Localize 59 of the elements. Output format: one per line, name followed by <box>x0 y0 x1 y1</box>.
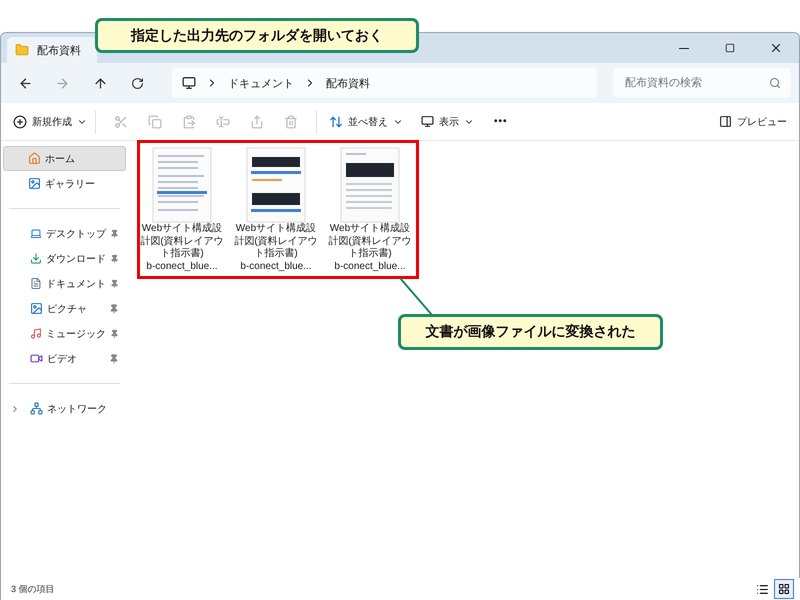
monitor-icon <box>421 115 434 128</box>
list-icon <box>756 582 768 596</box>
desktop-icon <box>30 227 42 240</box>
file-name[interactable]: b-conect_blue... <box>146 260 218 273</box>
more-button[interactable]: ••• <box>488 106 514 136</box>
file-name[interactable]: Webサイト構成設計図(資料レイアウト指示書) <box>232 223 320 260</box>
address-bar[interactable]: ドキュメント 配布資料 <box>172 68 597 98</box>
music-icon <box>30 327 42 340</box>
search-field[interactable]: 配布資料の検索 <box>612 68 791 98</box>
sidebar-item[interactable]: ダウンロード <box>3 246 126 271</box>
callout: 指定した出力先のフォルダを開いておく <box>95 18 419 53</box>
sort-icon <box>329 114 343 128</box>
maximize-icon <box>725 43 735 53</box>
network-icon <box>30 402 43 415</box>
large-icons-view-button[interactable] <box>774 579 794 599</box>
sidebar-item[interactable]: ビデオ <box>3 346 126 371</box>
sidebar-item[interactable]: デスクトップ <box>3 221 126 246</box>
callout: 文書が画像ファイルに変換された <box>398 314 663 350</box>
folder-tab[interactable]: 配布資料 <box>7 37 97 63</box>
preview-pane-icon <box>719 115 732 128</box>
item-count: 3 個の項目 <box>11 582 56 596</box>
download-icon <box>30 252 42 265</box>
document-icon <box>30 277 42 290</box>
share-icon <box>250 114 264 128</box>
refresh-icon <box>130 76 144 90</box>
sidebar-item[interactable]: ピクチャ <box>3 296 126 321</box>
sidebar-item[interactable]: ドキュメント <box>3 271 126 296</box>
search-icon <box>768 77 781 89</box>
forward-arrow-icon <box>55 76 70 90</box>
close-icon <box>769 41 783 55</box>
home-icon <box>28 152 41 165</box>
sidebar-item[interactable]: ギャラリー <box>3 171 126 196</box>
folder-icon <box>15 43 29 57</box>
file-name[interactable]: Webサイト構成設計図(資料レイアウト指示書) <box>326 223 414 260</box>
breadcrumb-item[interactable]: ドキュメント <box>228 76 294 90</box>
new-button[interactable]: 新規作成 <box>13 106 87 136</box>
delete-icon <box>284 114 298 128</box>
search-input[interactable]: 配布資料の検索 <box>622 76 769 90</box>
preview-button[interactable]: プレビュー <box>719 106 787 136</box>
picture-icon <box>30 302 43 315</box>
monitor-icon <box>182 76 196 90</box>
grid-icon <box>778 583 790 595</box>
file-name[interactable]: b-conect_blue... <box>334 260 406 273</box>
leader-line <box>399 278 433 316</box>
copy-icon <box>148 114 162 128</box>
file-name[interactable]: b-conect_blue... <box>240 260 312 273</box>
sort-button[interactable]: 並べ替え <box>325 106 407 136</box>
file-name[interactable]: Webサイト構成設計図(資料レイアウト指示書) <box>138 223 226 260</box>
gallery-icon <box>28 177 41 190</box>
paste-icon <box>182 114 196 128</box>
sidebar-item[interactable]: ホーム <box>3 146 126 171</box>
video-icon <box>30 352 43 365</box>
sidebar-item[interactable]: ミュージック <box>3 321 126 346</box>
view-button[interactable]: 表示 <box>407 106 488 136</box>
plus-icon <box>13 114 27 128</box>
breadcrumb-item[interactable]: 配布資料 <box>326 76 370 90</box>
rename-icon <box>216 114 230 128</box>
cut-icon <box>114 114 128 128</box>
sidebar-item[interactable]: ネットワーク <box>3 396 126 421</box>
